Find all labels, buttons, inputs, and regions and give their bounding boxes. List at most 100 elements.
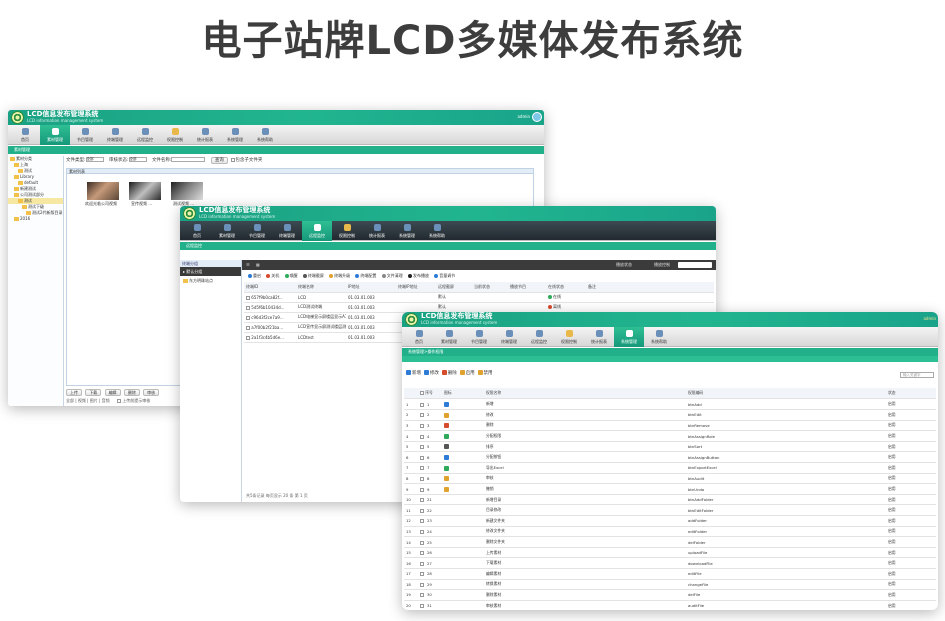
wake-button[interactable]: 唤醒 <box>290 273 298 278</box>
download-button[interactable]: 下载 <box>85 389 102 396</box>
publish-button[interactable]: 发布播放 <box>413 273 429 278</box>
row-checkbox[interactable] <box>420 572 424 577</box>
table-row[interactable]: 2 2 修改 btnEdit 启用 <box>404 409 936 421</box>
table-row[interactable]: 6 6 分配按钮 btnAssignButton 启用 <box>404 451 936 464</box>
table-row[interactable]: 20 31 审核素材 auditFile 启用 <box>404 600 936 610</box>
nav-terminal[interactable]: 终端管理 <box>494 327 524 347</box>
material-thumbnail[interactable] <box>171 182 203 200</box>
query-button[interactable]: 查询 <box>210 157 228 164</box>
table-row[interactable]: 14 25 删除文件夹 delFolder 启用 <box>404 536 936 548</box>
nav-program[interactable]: 节目管理 <box>242 221 272 241</box>
audit-status-select[interactable]: 全部 <box>128 157 147 162</box>
row-checkbox[interactable] <box>420 402 424 407</box>
table-row[interactable]: 5 5 排序 btnSort 启用 <box>404 441 936 453</box>
nav-report[interactable]: 统计报表 <box>584 327 614 347</box>
row-checkbox[interactable] <box>420 487 424 492</box>
nav-material[interactable]: 素材管理 <box>212 221 242 241</box>
play-control-label[interactable]: 播放控制 <box>654 262 670 268</box>
row-checkbox[interactable] <box>420 540 424 545</box>
select-all-checkbox[interactable] <box>420 390 424 395</box>
nav-monitor[interactable]: 远程监控 <box>302 221 332 241</box>
row-checkbox[interactable] <box>246 305 250 310</box>
row-checkbox[interactable] <box>420 519 424 524</box>
row-checkbox[interactable] <box>420 593 424 598</box>
nav-report[interactable]: 统计报表 <box>190 125 220 145</box>
row-checkbox[interactable] <box>246 295 250 300</box>
row-checkbox[interactable] <box>420 476 424 481</box>
table-row[interactable]: 4 4 分配权限 btnAssignRole 启用 <box>404 430 936 442</box>
table-row[interactable]: 15 26 上传素材 uploadFile 启用 <box>404 547 936 559</box>
row-checkbox[interactable] <box>420 529 424 534</box>
table-row[interactable]: 657f9b0ca82f... LCD 01.03.01.003 默认 在线 <box>244 292 714 303</box>
table-row[interactable]: 8 8 审核 btnAudit 启用 <box>404 473 936 485</box>
row-checkbox[interactable] <box>420 413 424 418</box>
nav-permission[interactable]: 权限控制 <box>160 125 190 145</box>
row-checkbox[interactable] <box>420 498 424 503</box>
material-thumbnail[interactable] <box>87 182 119 200</box>
table-row[interactable]: 18 29 转换素材 changeFile 启用 <box>404 579 936 591</box>
row-checkbox[interactable] <box>420 434 424 439</box>
row-checkbox[interactable] <box>420 508 424 513</box>
nav-report[interactable]: 统计报表 <box>362 221 392 241</box>
material-thumbnail[interactable] <box>129 182 161 200</box>
grid-icon[interactable]: ▦ <box>256 262 260 267</box>
volume-button[interactable]: 音量调节 <box>439 273 455 278</box>
file-type-select[interactable]: 全部 <box>85 157 104 162</box>
row-checkbox[interactable] <box>246 335 250 340</box>
shutdown-button[interactable]: 关机 <box>271 273 279 278</box>
nav-system[interactable]: 系统管理 <box>220 125 250 145</box>
screenshot-button[interactable]: 终端截屏 <box>308 273 324 278</box>
table-row[interactable]: 3 3 删除 btnRemove 启用 <box>404 420 936 432</box>
row-checkbox[interactable] <box>246 325 250 330</box>
row-checkbox[interactable] <box>420 423 424 428</box>
add-button[interactable]: 新增 <box>412 371 421 376</box>
row-checkbox[interactable] <box>420 455 424 460</box>
table-row[interactable]: 10 21 新增目录 btnAddFolder 启用 <box>404 494 936 506</box>
permission-search-input[interactable]: 输入关键字 <box>900 372 934 378</box>
audit-button[interactable]: 审核 <box>143 389 160 396</box>
nav-program[interactable]: 节目管理 <box>464 327 494 347</box>
pager[interactable]: 共5条记录 每页显示 20 条 第 1 页 <box>246 493 308 499</box>
nav-monitor[interactable]: 远程监控 <box>130 125 160 145</box>
tree-node[interactable]: 2016 <box>8 216 63 222</box>
table-row[interactable]: 1 1 新增 btnAdd 启用 <box>404 399 936 411</box>
nav-permission[interactable]: 权限控制 <box>332 221 362 241</box>
row-checkbox[interactable] <box>420 582 424 587</box>
table-row[interactable]: 19 30 删除素材 delFile 启用 <box>404 589 936 601</box>
nav-permission[interactable]: 权限控制 <box>554 327 584 347</box>
group-item[interactable]: 东方明珠站点 <box>180 276 241 285</box>
group-item-default[interactable]: ▸ 默认分组 <box>180 267 241 276</box>
nav-terminal[interactable]: 终端管理 <box>100 125 130 145</box>
file-name-input[interactable] <box>171 157 206 162</box>
row-checkbox[interactable] <box>420 561 424 566</box>
nav-material[interactable]: 素材管理 <box>40 125 70 145</box>
nav-material[interactable]: 素材管理 <box>434 327 464 347</box>
menu-icon[interactable]: ☰ <box>246 262 250 267</box>
table-row[interactable]: 5d5f6b10434d... LCD测试终端 01.03.01.003 默认 离线 <box>244 302 714 313</box>
nav-terminal[interactable]: 终端管理 <box>272 221 302 241</box>
table-row[interactable]: 9 9 撤销 btnUndo 启用 <box>404 483 936 495</box>
nav-help[interactable]: 系统帮助 <box>422 221 452 241</box>
nav-program[interactable]: 节目管理 <box>70 125 100 145</box>
enable-button[interactable]: 启用 <box>466 371 475 376</box>
play-status-label[interactable]: 播放状态 <box>616 262 632 268</box>
nav-monitor[interactable]: 远程监控 <box>524 327 554 347</box>
row-checkbox[interactable] <box>246 315 250 320</box>
nav-help[interactable]: 系统帮助 <box>250 125 280 145</box>
row-checkbox[interactable] <box>420 445 424 450</box>
disable-button[interactable]: 禁用 <box>484 371 493 376</box>
nav-home[interactable]: 首页 <box>404 327 434 347</box>
table-row[interactable]: 7 7 导出Excel btnExportExcel 启用 <box>404 462 936 474</box>
row-checkbox[interactable] <box>420 551 424 556</box>
restart-button[interactable]: 重启 <box>253 273 261 278</box>
nav-system[interactable]: 系统管理 <box>614 327 644 347</box>
table-row[interactable]: 13 24 修改文件夹 editFolder 启用 <box>404 526 936 538</box>
table-row[interactable]: 11 22 目录修改 btnEditFolder 启用 <box>404 504 936 517</box>
edit-button[interactable]: 编辑 <box>104 389 121 396</box>
delete-button[interactable]: 删除 <box>448 371 457 376</box>
table-row[interactable]: 12 23 新建文件夹 addFolder 启用 <box>404 515 936 527</box>
nav-system[interactable]: 系统管理 <box>392 221 422 241</box>
terminal-search-input[interactable] <box>678 262 712 268</box>
delete-button[interactable]: 删除 <box>123 389 140 396</box>
edit-button[interactable]: 修改 <box>430 371 439 376</box>
